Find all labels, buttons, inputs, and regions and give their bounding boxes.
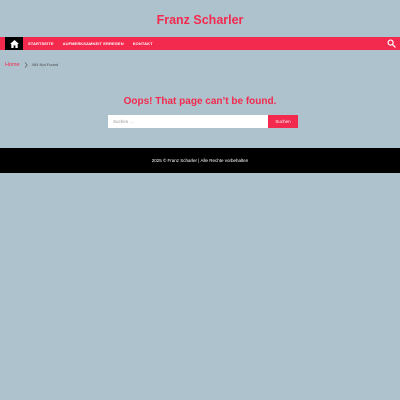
chevron-right-icon [24, 61, 28, 68]
search-form: Suchen [108, 115, 298, 128]
nav-item-kontakt[interactable]: KONTAKT [133, 41, 153, 46]
search-input[interactable] [108, 115, 268, 128]
breadcrumb-current: 404 Not Found [31, 62, 59, 67]
home-icon [9, 39, 19, 48]
footer-copyright: 2025 © Franz Scharler | Alle Rechte vorb… [151, 158, 249, 163]
search-submit-button[interactable]: Suchen [268, 115, 298, 128]
home-button[interactable] [5, 37, 23, 50]
main-navigation: STARTSEITE AUFMERKSAMKEIT ERREGEN KONTAK… [0, 37, 400, 50]
site-title[interactable]: Franz Scharler [0, 12, 400, 28]
breadcrumb-home-link[interactable]: Home [5, 62, 20, 68]
nav-item-aufmerksamkeit-erregen[interactable]: AUFMERKSAMKEIT ERREGEN [63, 41, 124, 46]
nav-item-startseite[interactable]: STARTSEITE [28, 41, 54, 46]
site-footer: 2025 © Franz Scharler | Alle Rechte vorb… [0, 148, 400, 173]
breadcrumb: Home 404 Not Found [5, 60, 58, 69]
site-header: Franz Scharler [0, 0, 400, 37]
nav-menu: STARTSEITE AUFMERKSAMKEIT ERREGEN KONTAK… [28, 37, 162, 50]
error-title: Oops! That page can’t be found. [123, 96, 277, 107]
search-icon[interactable] [387, 39, 396, 48]
